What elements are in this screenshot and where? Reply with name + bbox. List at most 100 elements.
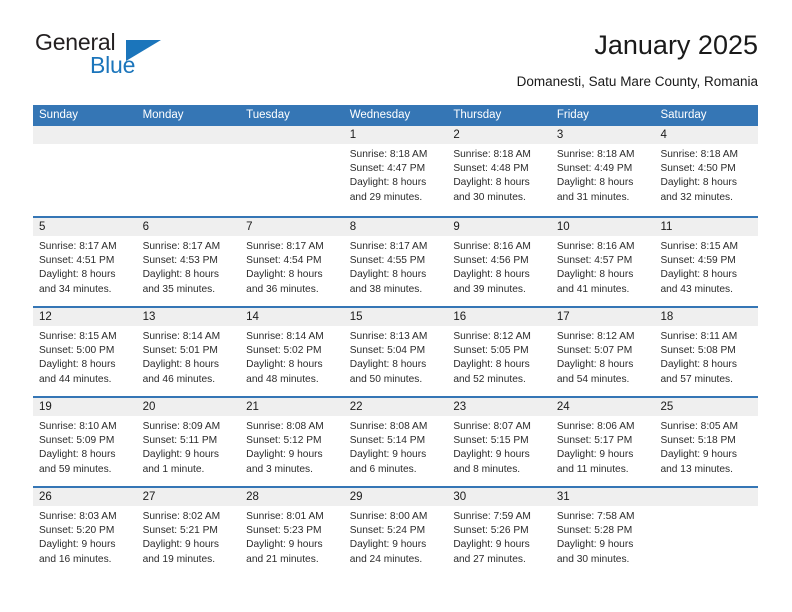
daylight-text-line1: Daylight: 8 hours [349,269,427,281]
sunset-text: Sunset: 5:23 PM [246,525,322,537]
day-cell[interactable]: 4 Sunrise: 8:18 AM Sunset: 4:50 PM Daylight… [654,126,759,216]
daylight-text-line2: and 57 minutes. [660,373,733,385]
brand-logo[interactable]: General Blue [33,28,243,86]
day-cell[interactable]: 5 Sunrise: 8:17 AM Sunset: 4:51 PM Daylight… [33,218,137,306]
day-details: Sunrise: 8:18 AM Sunset: 4:48 PM Daylight:… [447,144,551,205]
daylight-text-line1: Daylight: 9 hours [556,539,634,551]
day-details: Sunrise: 8:03 AM Sunset: 5:20 PM Daylight:… [33,506,137,567]
day-cell[interactable]: 22 Sunrise: 8:08 AM Sunset: 5:14 PM Dayligh… [343,398,448,486]
day-details: Sunrise: 8:11 AM Sunset: 5:08 PM Daylight:… [654,326,758,387]
daylight-text-line1: Daylight: 8 hours [453,269,530,281]
daylight-text-line2: and 32 minutes. [660,191,733,203]
sunrise-text: Sunrise: 8:10 AM [39,421,117,432]
daylight-text-line1: Daylight: 8 hours [453,177,530,189]
day-number: 25 [654,398,759,416]
daylight-text-line1: Daylight: 9 hours [246,449,323,461]
day-cell[interactable]: 23 Sunrise: 8:07 AM Sunset: 5:15 PM Dayligh… [447,398,551,486]
daylight-text-line1: Daylight: 8 hours [142,269,220,281]
daylight-text-line1: Daylight: 9 hours [349,449,427,461]
day-details: Sunrise: 8:09 AM Sunset: 5:11 PM Daylight:… [137,416,241,477]
sunrise-text: Sunrise: 8:14 AM [246,331,324,342]
daylight-text-line2: and 27 minutes. [453,553,526,565]
day-cell[interactable]: 21 Sunrise: 8:08 AM Sunset: 5:12 PM Dayligh… [240,398,344,486]
day-cell[interactable]: 10 Sunrise: 8:16 AM Sunset: 4:57 PM Dayligh… [550,218,655,306]
day-details: Sunrise: 8:12 AM Sunset: 5:07 PM Daylight:… [551,326,655,387]
day-cell[interactable]: 24 Sunrise: 8:06 AM Sunset: 5:17 PM Dayligh… [550,398,655,486]
day-details: Sunrise: 8:07 AM Sunset: 5:15 PM Daylight:… [447,416,551,477]
weekday-header-friday: Friday [556,109,589,121]
day-number: 10 [550,218,655,236]
day-cell[interactable]: 15 Sunrise: 8:13 AM Sunset: 5:04 PM Dayligh… [343,308,448,396]
sunset-text: Sunset: 5:26 PM [453,525,529,537]
day-number: 17 [550,308,655,326]
sunset-text: Sunset: 5:24 PM [349,525,426,537]
day-cell[interactable]: 3 Sunrise: 8:18 AM Sunset: 4:49 PM Daylight… [550,126,655,216]
day-cell[interactable]: 7 Sunrise: 8:17 AM Sunset: 4:54 PM Daylight… [240,218,344,306]
day-cell[interactable]: 6 Sunrise: 8:17 AM Sunset: 4:53 PM Daylight… [136,218,241,306]
day-cell[interactable]: 30 Sunrise: 7:59 AM Sunset: 5:26 PM Dayligh… [447,488,551,576]
day-cell-empty [136,126,241,216]
daylight-text-line2: and 6 minutes. [349,463,417,475]
sunrise-text: Sunrise: 8:09 AM [142,421,221,432]
sunrise-text: Sunrise: 7:59 AM [453,511,531,522]
sunrise-text: Sunrise: 8:13 AM [349,331,428,342]
daylight-text-line2: and 8 minutes. [453,463,521,475]
day-cell[interactable]: 13 Sunrise: 8:14 AM Sunset: 5:01 PM Dayligh… [136,308,241,396]
day-number: 20 [136,398,241,416]
day-cell[interactable]: 26 Sunrise: 8:03 AM Sunset: 5:20 PM Dayligh… [33,488,137,576]
day-details: Sunrise: 8:08 AM Sunset: 5:12 PM Daylight:… [240,416,344,477]
calendar-week-row: 26 Sunrise: 8:03 AM Sunset: 5:20 PM Dayligh… [33,486,759,576]
sunrise-text: Sunrise: 8:02 AM [142,511,221,522]
sunrise-text: Sunrise: 8:06 AM [556,421,635,432]
daylight-text-line2: and 36 minutes. [246,283,319,295]
sunset-text: Sunset: 5:12 PM [246,435,322,447]
weekday-header-tuesday: Tuesday [246,109,290,121]
sunrise-text: Sunrise: 8:17 AM [349,241,428,252]
sunset-text: Sunset: 4:55 PM [349,255,426,267]
daylight-text-line2: and 54 minutes. [556,373,630,385]
day-number: 6 [136,218,241,236]
day-cell[interactable]: 14 Sunrise: 8:14 AM Sunset: 5:02 PM Dayligh… [240,308,344,396]
day-cell[interactable]: 16 Sunrise: 8:12 AM Sunset: 5:05 PM Dayligh… [447,308,551,396]
day-cell[interactable]: 17 Sunrise: 8:12 AM Sunset: 5:07 PM Dayligh… [550,308,655,396]
sunset-text: Sunset: 4:48 PM [453,163,529,175]
daylight-text-line1: Daylight: 8 hours [349,359,427,371]
day-cell[interactable]: 12 Sunrise: 8:15 AM Sunset: 5:00 PM Dayligh… [33,308,137,396]
daylight-text-line2: and 13 minutes. [660,463,733,475]
day-cell[interactable]: 8 Sunrise: 8:17 AM Sunset: 4:55 PM Daylight… [343,218,448,306]
day-details: Sunrise: 8:17 AM Sunset: 4:51 PM Daylight:… [33,236,137,297]
day-cell[interactable]: 11 Sunrise: 8:15 AM Sunset: 4:59 PM Dayligh… [654,218,759,306]
sunset-text: Sunset: 4:59 PM [660,255,736,267]
day-number: 2 [447,126,551,144]
day-cell[interactable]: 31 Sunrise: 7:58 AM Sunset: 5:28 PM Dayligh… [550,488,655,576]
daylight-text-line2: and 16 minutes. [39,553,112,565]
day-details: Sunrise: 8:13 AM Sunset: 5:04 PM Daylight:… [344,326,448,387]
daylight-text-line2: and 59 minutes. [39,463,112,475]
daylight-text-line2: and 30 minutes. [453,191,526,203]
day-cell-empty [33,126,137,216]
calendar-weeks: 1 Sunrise: 8:18 AM Sunset: 4:47 PM Daylight… [33,126,759,576]
day-details: Sunrise: 8:16 AM Sunset: 4:56 PM Daylight:… [447,236,551,297]
weekday-header-saturday: Saturday [660,109,707,121]
day-cell[interactable]: 19 Sunrise: 8:10 AM Sunset: 5:09 PM Dayligh… [33,398,137,486]
daylight-text-line1: Daylight: 9 hours [453,449,530,461]
day-cell-empty [654,488,759,576]
calendar-page: General Blue January 2025 Domanesti, Sat… [0,0,792,612]
day-cell[interactable]: 28 Sunrise: 8:01 AM Sunset: 5:23 PM Dayligh… [240,488,344,576]
day-cell[interactable]: 2 Sunrise: 8:18 AM Sunset: 4:48 PM Daylight… [447,126,551,216]
sunrise-text: Sunrise: 8:18 AM [349,149,428,160]
sunset-text: Sunset: 4:49 PM [556,163,633,175]
day-number: 14 [240,308,344,326]
day-cell[interactable]: 25 Sunrise: 8:05 AM Sunset: 5:18 PM Dayligh… [654,398,759,486]
day-cell[interactable]: 20 Sunrise: 8:09 AM Sunset: 5:11 PM Dayligh… [136,398,241,486]
day-details: Sunrise: 8:17 AM Sunset: 4:54 PM Daylight:… [240,236,344,297]
day-details: Sunrise: 8:14 AM Sunset: 5:01 PM Daylight:… [137,326,241,387]
sunset-text: Sunset: 4:57 PM [556,255,633,267]
day-cell[interactable]: 1 Sunrise: 8:18 AM Sunset: 4:47 PM Daylight… [343,126,448,216]
day-cell[interactable]: 9 Sunrise: 8:16 AM Sunset: 4:56 PM Daylight… [447,218,551,306]
day-details: Sunrise: 8:18 AM Sunset: 4:50 PM Daylight:… [654,144,758,205]
day-details: Sunrise: 8:17 AM Sunset: 4:53 PM Daylight:… [137,236,241,297]
day-cell[interactable]: 18 Sunrise: 8:11 AM Sunset: 5:08 PM Dayligh… [654,308,759,396]
day-cell[interactable]: 29 Sunrise: 8:00 AM Sunset: 5:24 PM Dayligh… [343,488,448,576]
day-cell[interactable]: 27 Sunrise: 8:02 AM Sunset: 5:21 PM Dayligh… [136,488,241,576]
